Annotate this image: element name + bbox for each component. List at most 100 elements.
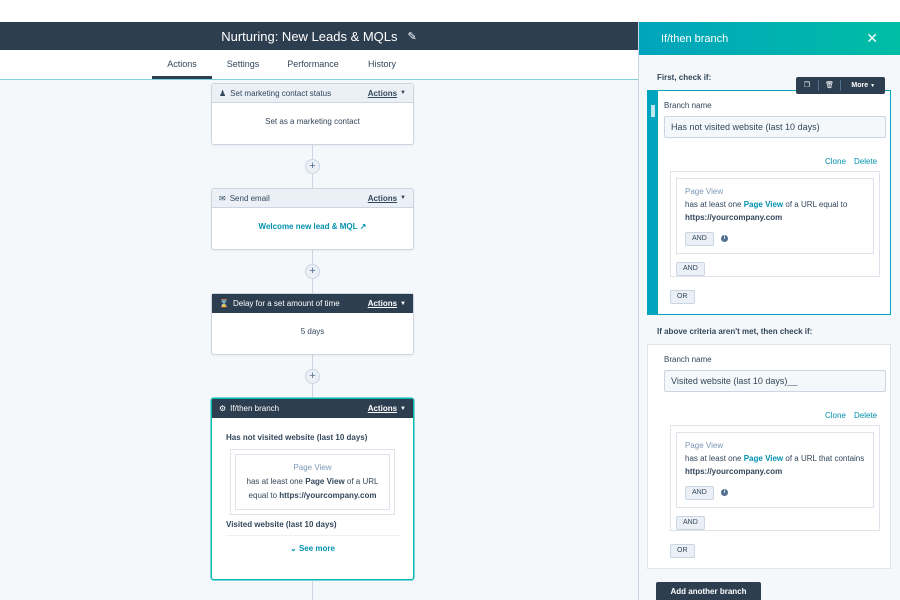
- add-action-button[interactable]: +: [305, 369, 320, 384]
- criteria-url: https://yourcompany.com: [685, 467, 783, 476]
- panel-header: If/then branch ✕: [639, 22, 900, 55]
- criteria-text: of a URL that contains: [785, 454, 865, 463]
- criteria-text: has at least one: [685, 454, 742, 463]
- delete-link[interactable]: Delete: [854, 157, 877, 166]
- mail-icon: ✉: [219, 193, 226, 203]
- workflow-header: Nurturing: New Leads & MQLs ✎: [0, 22, 638, 50]
- external-link-icon[interactable]: ↗: [360, 222, 367, 231]
- criteria-bold: Page View: [305, 477, 345, 486]
- card-body: Set as a marketing contact: [265, 117, 360, 126]
- card-body: Welcome new lead & MQL ↗: [212, 208, 413, 231]
- email-link[interactable]: Welcome new lead & MQL: [259, 222, 358, 231]
- branch-settings-panel: If/then branch ✕ First, check if: Branch…: [638, 22, 900, 600]
- or-button[interactable]: OR: [670, 290, 695, 304]
- copy-icon[interactable]: ❐: [796, 77, 818, 94]
- actions-dropdown[interactable]: Actions: [368, 89, 397, 98]
- branch-icon: ⚙: [219, 404, 227, 413]
- criteria-page-view: Page View has at least one Page View of …: [235, 454, 390, 510]
- branch-toolbar: ❐ 🗑 More ▼: [796, 77, 885, 94]
- workflow-title: Nurturing: New Leads & MQLs: [221, 28, 398, 44]
- more-label: More: [851, 82, 869, 89]
- tab-history[interactable]: History: [358, 50, 406, 79]
- criteria-title: Page View: [293, 463, 332, 472]
- branch-name: Has not visited website (last 10 days): [226, 433, 368, 442]
- hourglass-icon: ⌛: [219, 299, 229, 308]
- see-more-label: See more: [298, 544, 335, 553]
- tab-settings[interactable]: Settings: [218, 50, 268, 79]
- criteria-bold: Page View: [743, 200, 784, 209]
- chevron-down-icon: ▼: [870, 83, 876, 89]
- criteria-url: https://yourcompany.com: [685, 213, 783, 222]
- actions-dropdown[interactable]: Actions: [368, 194, 397, 203]
- card-header: ✉ Send email Actions ▼: [212, 189, 413, 208]
- criteria-text: of a URL: [346, 477, 379, 486]
- close-icon[interactable]: ✕: [866, 30, 878, 47]
- divider: [226, 535, 399, 536]
- criteria-title: Page View: [685, 441, 724, 450]
- else-check-label: If above criteria aren't met, then check…: [657, 327, 813, 336]
- chevron-down-icon: ▼: [400, 195, 406, 201]
- branch-card-2[interactable]: Branch name Clone Delete Page View has a…: [647, 344, 891, 569]
- and-button-inner[interactable]: AND: [685, 232, 714, 246]
- and-button[interactable]: AND: [676, 262, 705, 276]
- clone-link[interactable]: Clone: [825, 411, 846, 420]
- add-action-button[interactable]: +: [305, 159, 320, 174]
- criteria-text: equal to: [248, 491, 278, 500]
- drag-grip-icon: [651, 105, 655, 117]
- criteria-group: Page View has at least one Page View of …: [670, 425, 880, 531]
- criteria-text: of a URL equal to: [785, 200, 848, 209]
- trash-icon[interactable]: 🗑: [819, 77, 841, 94]
- tab-actions[interactable]: Actions: [152, 50, 212, 79]
- branch-name: Visited website (last 10 days): [226, 520, 337, 529]
- chevron-down-icon: ⌄: [290, 544, 297, 553]
- info-icon[interactable]: i: [721, 235, 728, 242]
- criteria-title: Page View: [685, 187, 724, 196]
- panel-title: If/then branch: [661, 32, 729, 45]
- add-action-button[interactable]: +: [305, 264, 320, 279]
- connector-line: [312, 580, 313, 600]
- chevron-down-icon: ▼: [400, 90, 406, 96]
- and-button-inner[interactable]: AND: [685, 486, 714, 500]
- branch-name-label: Branch name: [664, 355, 712, 364]
- tab-performance[interactable]: Performance: [280, 50, 346, 79]
- card-header: ⚙ If/then branch Actions ▼: [212, 399, 413, 418]
- chevron-down-icon: ▼: [400, 300, 406, 307]
- card-title: Delay for a set amount of time: [232, 299, 340, 308]
- more-dropdown[interactable]: More ▼: [841, 77, 885, 94]
- criteria-text: has at least one: [685, 200, 742, 209]
- see-more-link[interactable]: ⌄ See more: [212, 544, 413, 553]
- and-button[interactable]: AND: [676, 516, 705, 530]
- criteria-text: has at least one: [246, 477, 303, 486]
- action-card-marketing-status[interactable]: ♟ Set marketing contact status Actions ▼…: [211, 83, 414, 145]
- card-header: ⌛ Delay for a set amount of time Actions…: [212, 294, 413, 313]
- criteria-box: Page View has at least one Page View of …: [230, 449, 395, 515]
- drag-handle[interactable]: [648, 91, 658, 314]
- branch-name-label: Branch name: [664, 101, 712, 110]
- person-icon: ♟: [219, 88, 227, 98]
- card-title: Set marketing contact status: [230, 88, 332, 98]
- branch-name-input-2[interactable]: [664, 370, 886, 392]
- criteria-bold: Page View: [743, 454, 784, 463]
- card-title: Send email: [229, 193, 270, 203]
- info-icon[interactable]: i: [721, 489, 728, 496]
- actions-dropdown[interactable]: Actions: [368, 299, 397, 308]
- action-card-if-then-branch[interactable]: ⚙ If/then branch Actions ▼ Has not visit…: [211, 398, 414, 580]
- top-strip: [0, 0, 638, 22]
- clone-link[interactable]: Clone: [825, 157, 846, 166]
- chevron-down-icon: ▼: [400, 405, 406, 412]
- branch-name-input-1[interactable]: [664, 116, 886, 138]
- criteria-group: Page View has at least one Page View of …: [670, 171, 880, 277]
- card-body: 5 days: [300, 327, 325, 336]
- add-another-branch-button[interactable]: Add another branch: [656, 582, 761, 600]
- first-check-label: First, check if:: [657, 73, 712, 82]
- card-title: If/then branch: [230, 404, 280, 413]
- pencil-icon[interactable]: ✎: [408, 30, 417, 43]
- delete-link[interactable]: Delete: [854, 411, 877, 420]
- workflow-canvas: + + + ♟ Set marketing contact status Act…: [0, 80, 638, 600]
- card-header: ♟ Set marketing contact status Actions ▼: [212, 84, 413, 103]
- action-card-send-email[interactable]: ✉ Send email Actions ▼ Welcome new lead …: [211, 188, 414, 250]
- or-button[interactable]: OR: [670, 544, 695, 558]
- branch-card-1[interactable]: Branch name Clone Delete Page View has a…: [647, 90, 891, 315]
- action-card-delay[interactable]: ⌛ Delay for a set amount of time Actions…: [211, 293, 414, 355]
- actions-dropdown[interactable]: Actions: [368, 404, 397, 413]
